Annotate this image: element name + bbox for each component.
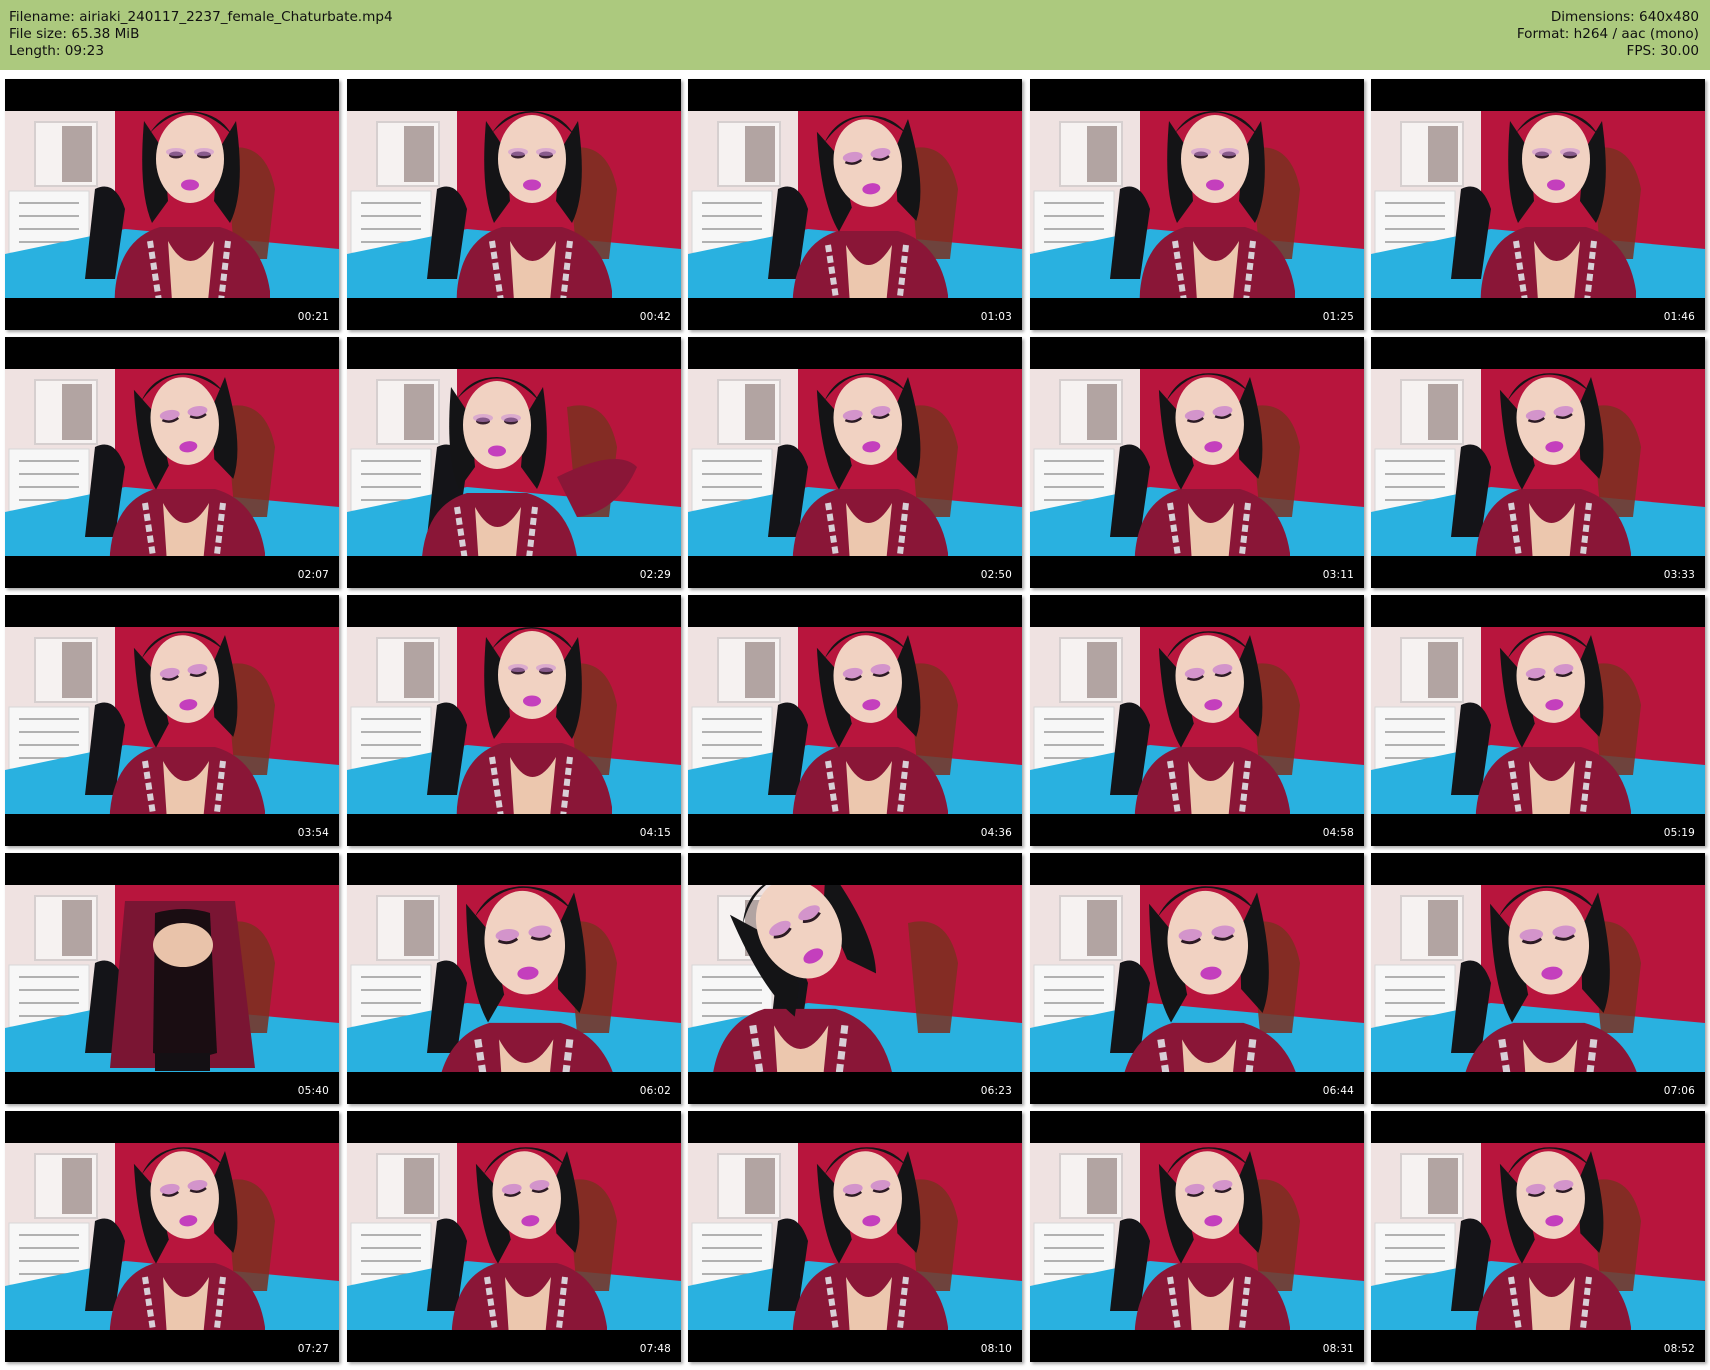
video-thumbnail: 03:33 <box>1371 337 1705 588</box>
video-thumbnail: 06:23 <box>688 853 1022 1104</box>
video-thumbnail: 08:10 <box>688 1111 1022 1362</box>
video-thumbnail: 06:02 <box>347 853 681 1104</box>
video-thumbnail: 05:19 <box>1371 595 1705 846</box>
file-info: Filename: airiaki_240117_2237_female_Cha… <box>9 9 393 60</box>
video-thumbnail: 02:50 <box>688 337 1022 588</box>
frame-image <box>347 595 681 846</box>
thumbnail-timestamp: 03:54 <box>297 827 329 839</box>
frame-image <box>688 337 1022 588</box>
frame-image <box>1030 853 1364 1104</box>
video-thumbnail: 01:25 <box>1030 79 1364 330</box>
standing-figure <box>110 901 255 1071</box>
thumbnail-timestamp: 08:10 <box>980 1343 1012 1355</box>
frame-image <box>1371 79 1705 330</box>
media-info: Dimensions: 640x480 Format: h264 / aac (… <box>1517 9 1699 60</box>
thumbnail-timestamp: 05:19 <box>1663 827 1695 839</box>
frame-image <box>347 853 681 1104</box>
frame-image <box>688 1111 1022 1362</box>
thumbnail-timestamp: 03:11 <box>1322 569 1354 581</box>
frame-image <box>1030 595 1364 846</box>
frame-image <box>5 853 339 1104</box>
thumbnail-timestamp: 04:15 <box>639 827 671 839</box>
video-thumbnail: 00:21 <box>5 79 339 330</box>
video-thumbnail: 03:11 <box>1030 337 1364 588</box>
frame-image <box>347 79 681 330</box>
thumbnail-timestamp: 04:36 <box>980 827 1012 839</box>
length-text: Length: 09:23 <box>9 43 104 59</box>
frame-image <box>688 79 1022 330</box>
video-thumbnail: 03:54 <box>5 595 339 846</box>
thumbnail-timestamp: 06:23 <box>980 1085 1012 1097</box>
thumbnail-timestamp: 02:07 <box>297 569 329 581</box>
thumbnail-timestamp: 01:46 <box>1663 311 1695 323</box>
video-thumbnail: 01:46 <box>1371 79 1705 330</box>
frame-image <box>1030 337 1364 588</box>
video-thumbnail: 07:48 <box>347 1111 681 1362</box>
thumbnail-timestamp: 03:33 <box>1663 569 1695 581</box>
thumbnail-timestamp: 07:06 <box>1663 1085 1695 1097</box>
video-thumbnail: 05:40 <box>5 853 339 1104</box>
frame-image <box>688 853 1022 1104</box>
frame-image <box>1030 1111 1364 1362</box>
frame-image <box>5 595 339 846</box>
video-thumbnail: 08:31 <box>1030 1111 1364 1362</box>
frame-image <box>1371 337 1705 588</box>
dimensions-text: Dimensions: 640x480 <box>1550 9 1699 25</box>
thumbnail-timestamp: 04:58 <box>1322 827 1354 839</box>
thumbnail-timestamp: 08:31 <box>1322 1343 1354 1355</box>
info-header: Filename: airiaki_240117_2237_female_Cha… <box>0 0 1710 70</box>
thumbnail-grid: 00:21 00:42 01:03 01:25 01:46 02:07 02:2… <box>0 70 1710 1370</box>
thumbnail-timestamp: 08:52 <box>1663 1343 1695 1355</box>
video-thumbnail: 04:36 <box>688 595 1022 846</box>
thumbnail-timestamp: 00:21 <box>297 311 329 323</box>
frame-image <box>5 1111 339 1362</box>
frame-image <box>1371 1111 1705 1362</box>
thumbnail-timestamp: 07:27 <box>297 1343 329 1355</box>
thumbnail-timestamp: 07:48 <box>639 1343 671 1355</box>
frame-image <box>5 337 339 588</box>
video-thumbnail: 04:15 <box>347 595 681 846</box>
video-thumbnail: 02:29 <box>347 337 681 588</box>
video-thumbnail: 01:03 <box>688 79 1022 330</box>
frame-image <box>1371 853 1705 1104</box>
thumbnail-timestamp: 01:25 <box>1322 311 1354 323</box>
filename-text: Filename: airiaki_240117_2237_female_Cha… <box>9 9 393 25</box>
file-size-text: File size: 65.38 MiB <box>9 26 140 42</box>
thumbnail-timestamp: 01:03 <box>980 311 1012 323</box>
video-thumbnail: 08:52 <box>1371 1111 1705 1362</box>
frame-image <box>347 337 681 588</box>
frame-image <box>5 79 339 330</box>
frame-image <box>347 1111 681 1362</box>
video-thumbnail: 07:06 <box>1371 853 1705 1104</box>
frame-image <box>688 595 1022 846</box>
video-thumbnail: 02:07 <box>5 337 339 588</box>
video-thumbnail: 04:58 <box>1030 595 1364 846</box>
thumbnail-timestamp: 06:02 <box>639 1085 671 1097</box>
video-thumbnail: 06:44 <box>1030 853 1364 1104</box>
thumbnail-timestamp: 05:40 <box>297 1085 329 1097</box>
frame-image <box>1371 595 1705 846</box>
frame-image <box>1030 79 1364 330</box>
thumbnail-timestamp: 00:42 <box>639 311 671 323</box>
thumbnail-timestamp: 02:29 <box>639 569 671 581</box>
video-thumbnail: 00:42 <box>347 79 681 330</box>
thumbnail-timestamp: 06:44 <box>1322 1085 1354 1097</box>
video-thumbnail: 07:27 <box>5 1111 339 1362</box>
fps-text: FPS: 30.00 <box>1626 43 1699 59</box>
thumbnail-timestamp: 02:50 <box>980 569 1012 581</box>
format-text: Format: h264 / aac (mono) <box>1516 26 1699 42</box>
